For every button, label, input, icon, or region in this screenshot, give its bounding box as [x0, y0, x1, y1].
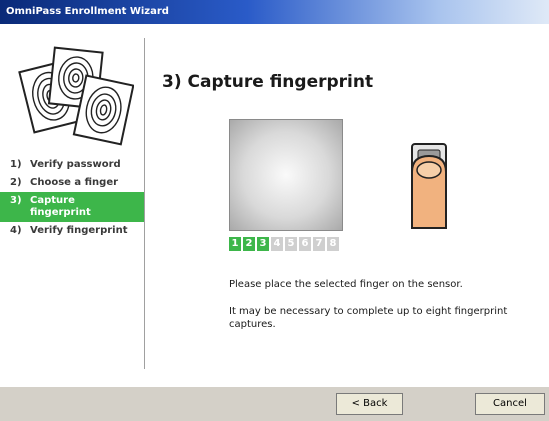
step-choose-finger: 2) Choose a finger	[0, 174, 144, 192]
step-number: 3)	[10, 195, 22, 206]
step-verify-fingerprint: 4) Verify fingerprint	[0, 222, 144, 240]
window-title: OmniPass Enrollment Wizard	[6, 6, 169, 17]
window-title-bar: OmniPass Enrollment Wizard	[0, 0, 549, 24]
back-button[interactable]: < Back	[336, 393, 403, 415]
sidebar-divider	[144, 38, 145, 369]
capture-box-8: 8	[327, 237, 339, 251]
capture-count-note: It may be necessary to complete up to ei…	[229, 306, 508, 330]
step-verify-password: 1) Verify password	[0, 156, 144, 174]
fingerprint-sensor-preview	[229, 119, 343, 231]
capture-box-4: 4	[271, 237, 283, 251]
capture-box-5: 5	[285, 237, 297, 251]
step-number: 1)	[10, 159, 22, 170]
step-label: Capture fingerprint	[30, 195, 91, 218]
wizard-client-area: 1) Verify password 2) Choose a finger 3)…	[0, 24, 549, 386]
step-capture-fingerprint: 3) Capture fingerprint	[0, 192, 144, 222]
wizard-sidebar: 1) Verify password 2) Choose a finger 3)…	[0, 24, 144, 369]
cancel-button[interactable]: Cancel	[475, 393, 545, 415]
finger-on-sensor-icon	[411, 143, 447, 229]
step-label: Choose a finger	[30, 177, 119, 188]
instruction-text: Please place the selected finger on the …	[229, 279, 463, 290]
capture-box-6: 6	[299, 237, 311, 251]
step-number: 2)	[10, 177, 22, 188]
page-title: 3) Capture fingerprint	[162, 72, 374, 92]
step-number: 4)	[10, 225, 22, 236]
button-bar: < Back Cancel	[0, 386, 549, 421]
capture-progress: 1 2 3 4 5 6 7 8	[229, 237, 339, 251]
fingerprint-cards-logo-icon	[18, 46, 134, 146]
capture-box-7: 7	[313, 237, 325, 251]
step-label: Verify password	[30, 159, 121, 170]
capture-box-2: 2	[243, 237, 255, 251]
wizard-steps-list: 1) Verify password 2) Choose a finger 3)…	[0, 156, 144, 240]
step-label: Verify fingerprint	[30, 225, 128, 236]
capture-box-3: 3	[257, 237, 269, 251]
capture-box-1: 1	[229, 237, 241, 251]
